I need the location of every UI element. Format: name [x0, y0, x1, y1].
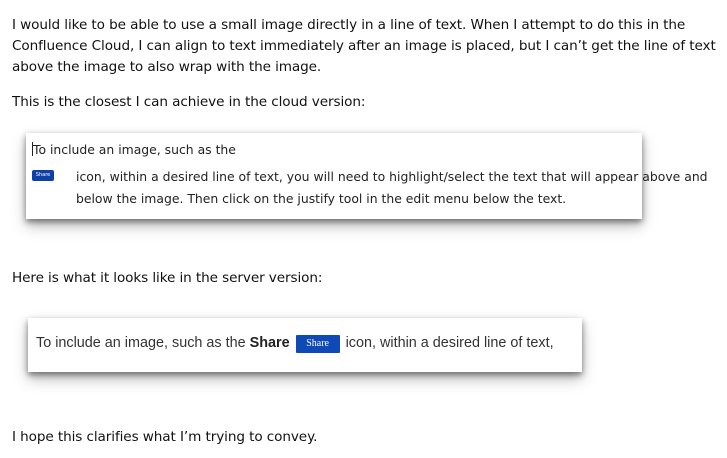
cloud-caption: This is the closest I can achieve in the…: [12, 94, 366, 110]
server-line: To include an image, such as the Share S…: [36, 335, 554, 353]
share-icon: Share: [295, 335, 340, 353]
cloud-line-2: icon, within a desired line of text, you…: [76, 169, 708, 184]
server-caption: Here is what it looks like in the server…: [12, 270, 323, 286]
server-bold-word: Share: [249, 335, 290, 351]
server-version-screenshot: To include an image, such as the Share S…: [28, 318, 582, 372]
server-text-before: To include an image, such as the: [36, 335, 246, 351]
server-text-after: icon, within a desired line of text,: [345, 335, 554, 351]
closing-paragraph: I hope this clarifies what I’m trying to…: [12, 429, 318, 445]
cloud-line-1: To include an image, such as the: [32, 142, 236, 157]
share-icon: Share: [32, 170, 54, 181]
intro-paragraph: I would like to be able to use a small i…: [12, 17, 716, 75]
cloud-line-3: below the image. Then click on the justi…: [76, 191, 567, 206]
cloud-version-screenshot: To include an image, such as the Share i…: [26, 133, 708, 219]
cloud-line-1-text: To include an image, such as the: [33, 142, 236, 157]
